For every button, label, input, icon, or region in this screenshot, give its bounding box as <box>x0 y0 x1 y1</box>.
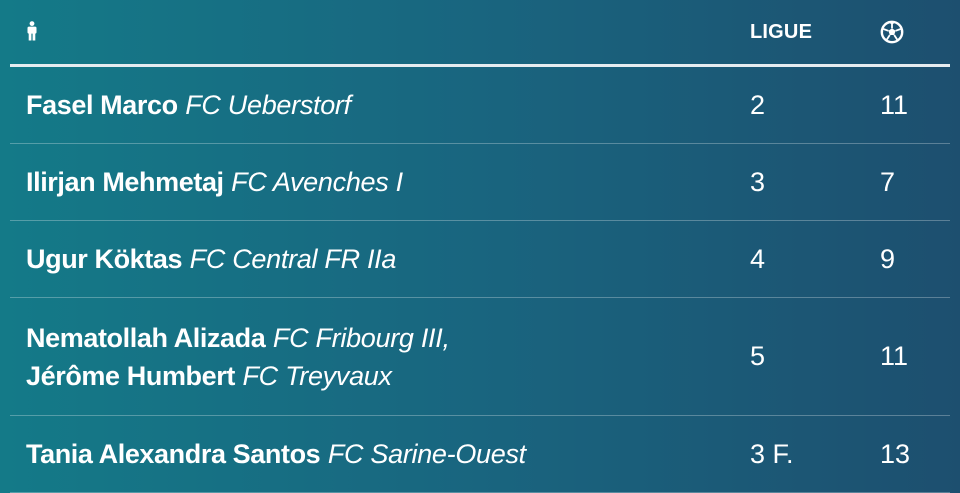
goals-value: 9 <box>880 243 896 274</box>
player-entry: Fasel Marco FC Ueberstorf <box>26 86 730 124</box>
table-row: Tania Alexandra Santos FC Sarine-Ouest 3… <box>10 416 950 493</box>
player-entry: Ilirjan Mehmetaj FC Avenches I <box>26 163 730 201</box>
club-name: FC Sarine-Ouest <box>327 439 526 469</box>
league-value: 3 F. <box>750 438 794 469</box>
club-name: FC Central FR IIa <box>189 244 397 274</box>
league-value: 3 <box>750 166 766 197</box>
table-header: LIGUE <box>10 0 950 67</box>
table-row: Ugur Köktas FC Central FR IIa 4 9 <box>10 221 950 298</box>
player-cell: Ugur Köktas FC Central FR IIa <box>26 240 730 278</box>
player-cell: Ilirjan Mehmetaj FC Avenches I <box>26 163 730 201</box>
goals-value: 13 <box>880 438 911 469</box>
player-name: Ilirjan Mehmetaj <box>26 167 224 197</box>
player-entry: Ugur Köktas FC Central FR IIa <box>26 240 730 278</box>
player-name: Jérôme Humbert <box>26 360 235 391</box>
player-cell: Nematollah Alizada FC Fribourg III, Jérô… <box>26 319 730 395</box>
league-value: 5 <box>750 341 766 371</box>
scorers-table: LIGUE Fasel Marco FC Ueberstorf 2 11 Ili… <box>10 0 950 493</box>
player-name: Tania Alexandra Santos <box>26 439 321 469</box>
table-row: Fasel Marco FC Ueberstorf 2 11 <box>10 67 950 144</box>
league-value: 4 <box>750 243 766 274</box>
table-row: Ilirjan Mehmetaj FC Avenches I 3 7 <box>10 144 950 221</box>
player-cell: Fasel Marco FC Ueberstorf <box>26 86 730 124</box>
league-value: 2 <box>750 89 766 120</box>
player-name: Fasel Marco <box>26 90 178 120</box>
goals-value: 11 <box>880 89 909 120</box>
club-name: FC Fribourg III <box>272 322 443 353</box>
club-name: FC Avenches I <box>231 167 403 197</box>
club-name: FC Ueberstorf <box>185 90 351 120</box>
player-entry: Nematollah Alizada FC Fribourg III, <box>26 319 730 357</box>
person-icon <box>26 21 38 46</box>
player-entry: Tania Alexandra Santos FC Sarine-Ouest <box>26 435 730 473</box>
player-name: Ugur Köktas <box>26 244 183 274</box>
player-name: Nematollah Alizada <box>26 322 266 353</box>
soccer-ball-icon <box>880 20 904 49</box>
league-column-header: LIGUE <box>750 21 813 43</box>
player-entry: Jérôme Humbert FC Treyvaux <box>26 357 730 395</box>
club-name: FC Treyvaux <box>242 360 392 391</box>
goals-value: 7 <box>880 166 896 197</box>
player-cell: Tania Alexandra Santos FC Sarine-Ouest <box>26 435 730 473</box>
table-row: Nematollah Alizada FC Fribourg III, Jérô… <box>10 298 950 416</box>
goals-value: 11 <box>880 341 909 371</box>
separator: , <box>442 322 450 353</box>
